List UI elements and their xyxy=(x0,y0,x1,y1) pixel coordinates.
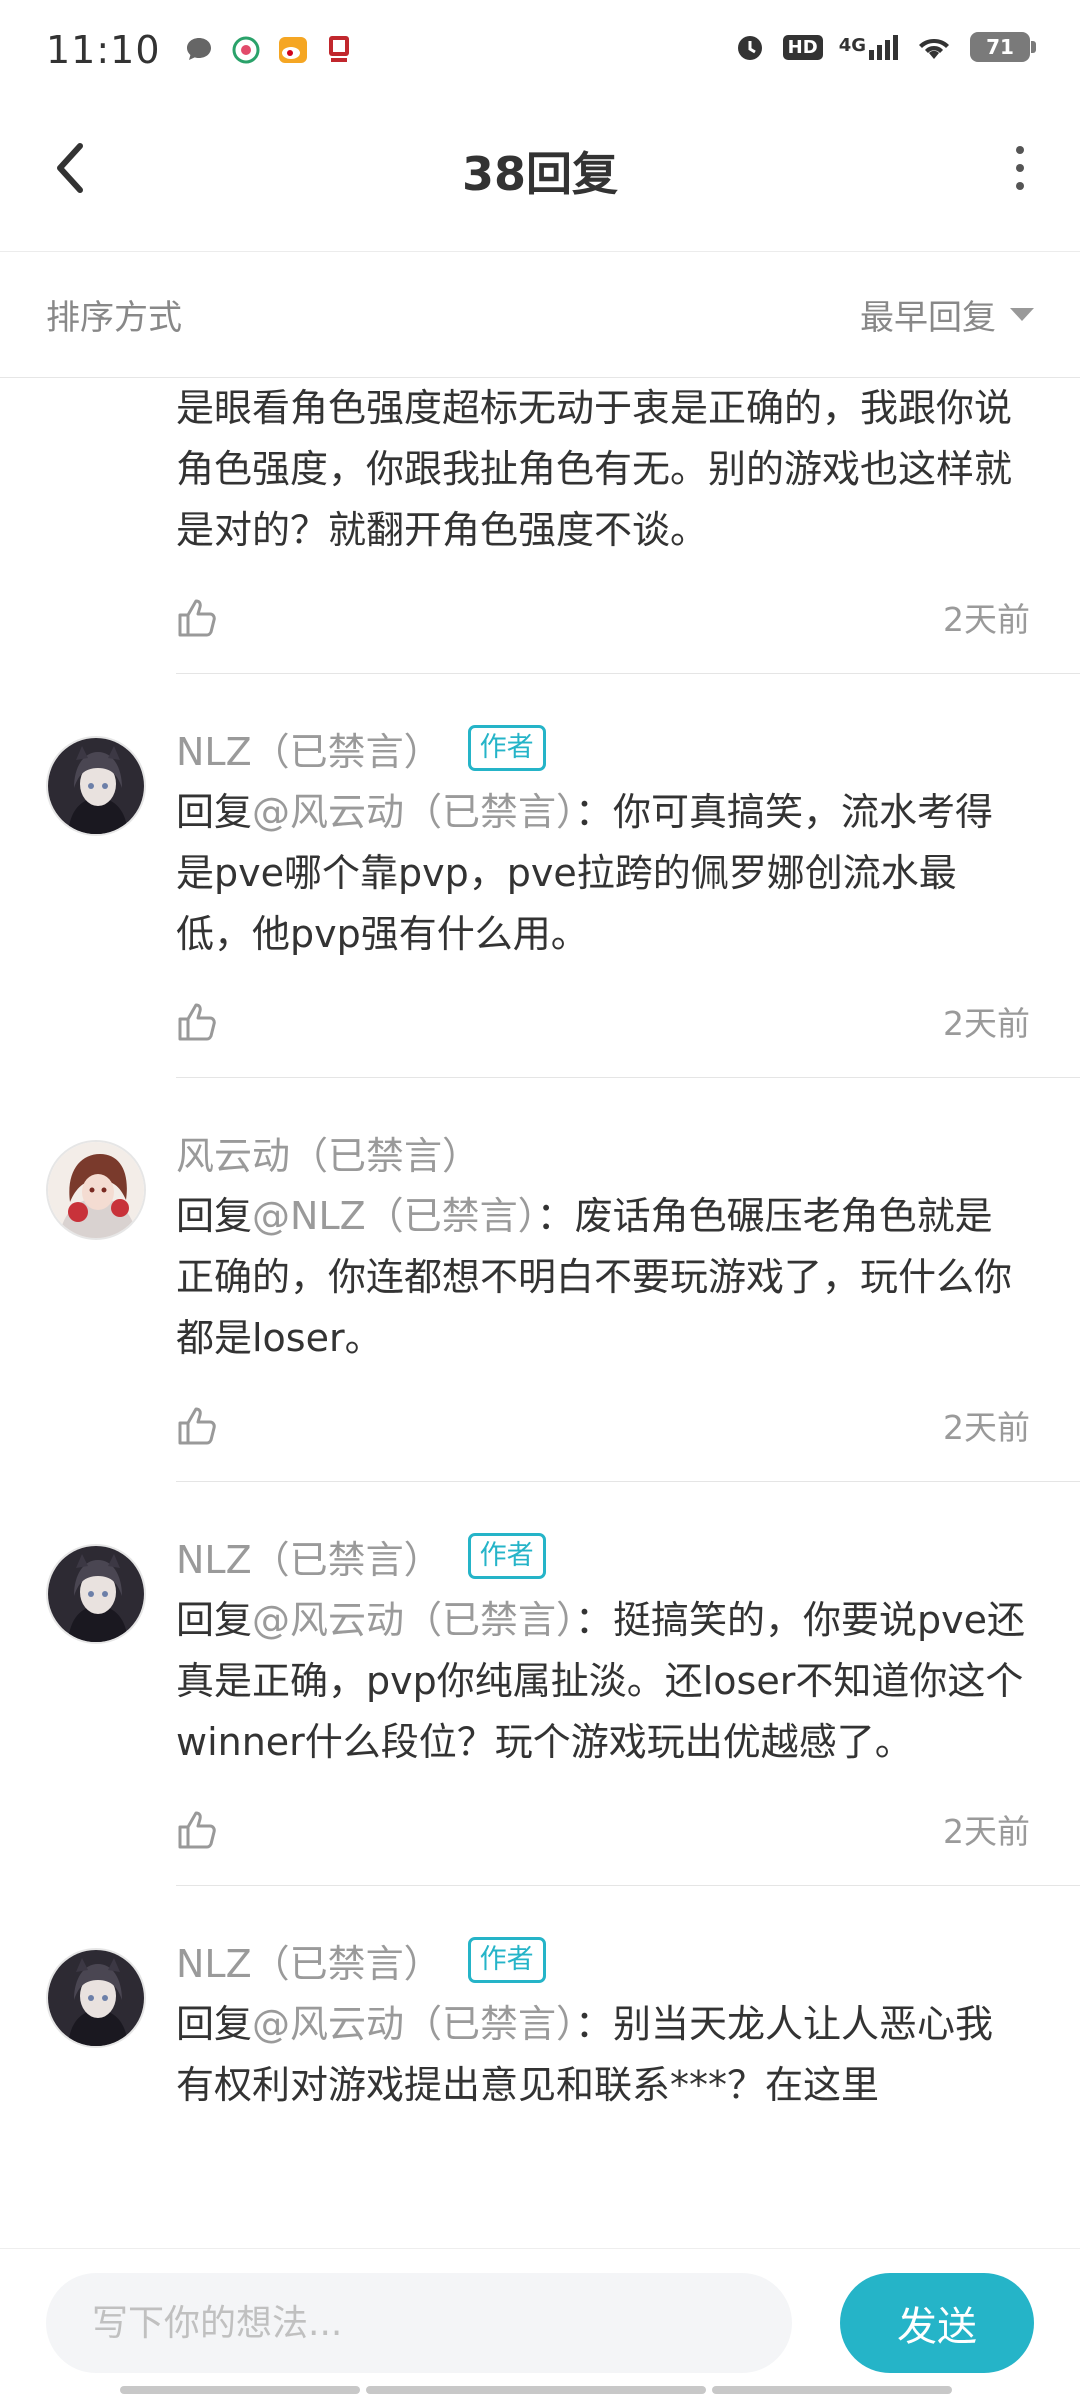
app-icon xyxy=(232,36,260,64)
signal-icon: 4G xyxy=(838,34,898,60)
user-name[interactable]: NLZ（已禁言） xyxy=(176,721,442,776)
author-badge: 作者 xyxy=(467,725,546,771)
user-name[interactable]: NLZ（已禁言） xyxy=(176,1529,442,1584)
sort-selected-value: 最早回复 xyxy=(860,298,996,338)
reply-prefix: 回复 xyxy=(176,1598,253,1642)
author-badge: 作者 xyxy=(467,1937,546,1983)
thumbs-up-icon xyxy=(178,599,216,637)
page-title: 38回复 xyxy=(461,147,618,201)
reply-text: 是眼看角色强度超标无动于衷是正确的，我跟你说角色强度，你跟我扯角色有无。别的游戏… xyxy=(176,386,1013,552)
divider xyxy=(176,1885,1080,1886)
system-gesture-bar xyxy=(120,2386,960,2394)
caret-down-icon xyxy=(1010,308,1034,321)
reply-item: NLZ（已禁言） 作者 回复@风云动（已禁言）：别当天龙人让人恶心我有权利对游戏… xyxy=(0,1934,1080,2116)
reply-prefix: 回复 xyxy=(176,2002,253,2046)
mention-link[interactable]: @NLZ（已禁言） xyxy=(252,1194,537,1238)
reply-prefix: 回复 xyxy=(176,1194,253,1238)
comment-input[interactable] xyxy=(46,2273,792,2373)
battery-icon: 71 xyxy=(970,32,1036,62)
reply-item: NLZ（已禁言） 作者 回复@风云动（已禁言）：你可真搞笑，流水考得是pve哪个… xyxy=(0,722,1080,1051)
like-button[interactable] xyxy=(176,1400,226,1450)
reply-meta: 2天前 xyxy=(176,1395,1030,1455)
user-name[interactable]: 风云动（已禁言） xyxy=(176,1125,480,1180)
app-logo-icon xyxy=(328,36,349,62)
reply-item: NLZ（已禁言） 作者 回复@风云动（已禁言）：挺搞笑的，你要说pve还真是正确… xyxy=(0,1530,1080,1859)
reply-author-row: NLZ（已禁言） 作者 xyxy=(176,1530,1030,1582)
reply-author-row: NLZ（已禁言） 作者 xyxy=(176,1934,1030,1986)
like-button[interactable] xyxy=(176,592,226,642)
divider xyxy=(176,673,1080,674)
send-button[interactable]: 发送 xyxy=(840,2273,1034,2373)
sort-label: 排序方式 xyxy=(46,298,182,338)
thumbs-up-icon xyxy=(178,1811,216,1849)
reply-text: 回复@NLZ（已禁言）：废话角色碾压老角色就是正确的，你连都想不明白不要玩游戏了… xyxy=(176,1186,1030,1369)
thumbs-up-icon xyxy=(178,1407,216,1445)
reply-meta: 2天前 xyxy=(176,991,1030,1051)
reply-meta: 2天前 xyxy=(176,1799,1030,1859)
status-system-icons: HD 4G 71 xyxy=(733,30,1036,64)
avatar[interactable] xyxy=(46,1140,146,1240)
top-app-bar: 38回复 xyxy=(0,100,1080,252)
reply-colon: ： xyxy=(536,1194,575,1238)
sort-order-dropdown[interactable]: 最早回复 xyxy=(860,290,1034,339)
avatar[interactable] xyxy=(46,1948,146,2048)
reply-colon: ： xyxy=(575,1598,614,1642)
reply-list[interactable]: 是眼看角色强度超标无动于衷是正确的，我跟你说角色强度，你跟我扯角色有无。别的游戏… xyxy=(0,378,1080,2248)
mention-link[interactable]: @风云动（已禁言） xyxy=(252,2002,575,2046)
reply-time: 2天前 xyxy=(943,1408,1030,1447)
reply-text: 回复@风云动（已禁言）：别当天龙人让人恶心我有权利对游戏提出意见和联系***？在… xyxy=(176,1994,1030,2116)
reply-colon: ： xyxy=(575,790,614,834)
reply-item: 风云动（已禁言） 回复@NLZ（已禁言）：废话角色碾压老角色就是正确的，你连都想… xyxy=(0,1126,1080,1455)
reply-time: 2天前 xyxy=(943,1004,1030,1043)
status-notification-icons xyxy=(183,34,353,66)
status-bar: 11:10 HD 4G 71 xyxy=(0,0,1080,100)
hd-icon: HD xyxy=(782,34,823,60)
reply-meta: 2天前 xyxy=(176,587,1030,647)
like-button[interactable] xyxy=(176,996,226,1046)
reply-text: 回复@风云动（已禁言）：挺搞笑的，你要说pve还真是正确，pvp你纯属扯淡。还l… xyxy=(176,1590,1030,1773)
reply-colon: ： xyxy=(575,2002,614,2046)
chat-bubble-icon xyxy=(186,38,211,60)
wifi-icon xyxy=(919,39,949,59)
more-options-button[interactable] xyxy=(990,138,1050,198)
reply-time: 2天前 xyxy=(943,1812,1030,1851)
sort-bar: 排序方式 最早回复 xyxy=(0,252,1080,378)
user-name[interactable]: NLZ（已禁言） xyxy=(176,1933,442,1988)
status-time: 11:10 xyxy=(46,28,161,72)
weibo-icon xyxy=(278,37,307,63)
thumbs-up-icon xyxy=(178,1003,216,1041)
reply-author-row: 风云动（已禁言） xyxy=(176,1126,1030,1178)
like-button[interactable] xyxy=(176,1804,226,1854)
mention-link[interactable]: @风云动（已禁言） xyxy=(252,1598,575,1642)
alarm-icon xyxy=(737,36,762,60)
more-vertical-icon xyxy=(1016,146,1024,154)
avatar[interactable] xyxy=(46,736,146,836)
divider xyxy=(176,1077,1080,1078)
network-type-label: 4G xyxy=(838,34,866,56)
reply-item: 是眼看角色强度超标无动于衷是正确的，我跟你说角色强度，你跟我扯角色有无。别的游戏… xyxy=(0,378,1080,647)
author-badge: 作者 xyxy=(467,1533,546,1579)
reply-prefix: 回复 xyxy=(176,790,253,834)
reply-author-row: NLZ（已禁言） 作者 xyxy=(176,722,1030,774)
mention-link[interactable]: @风云动（已禁言） xyxy=(252,790,575,834)
divider xyxy=(176,1481,1080,1482)
reply-text: 回复@风云动（已禁言）：你可真搞笑，流水考得是pve哪个靠pvp，pve拉跨的佩… xyxy=(176,782,1030,965)
comment-composer: 发送 xyxy=(0,2248,1080,2400)
avatar[interactable] xyxy=(46,1544,146,1644)
reply-time: 2天前 xyxy=(943,600,1030,639)
